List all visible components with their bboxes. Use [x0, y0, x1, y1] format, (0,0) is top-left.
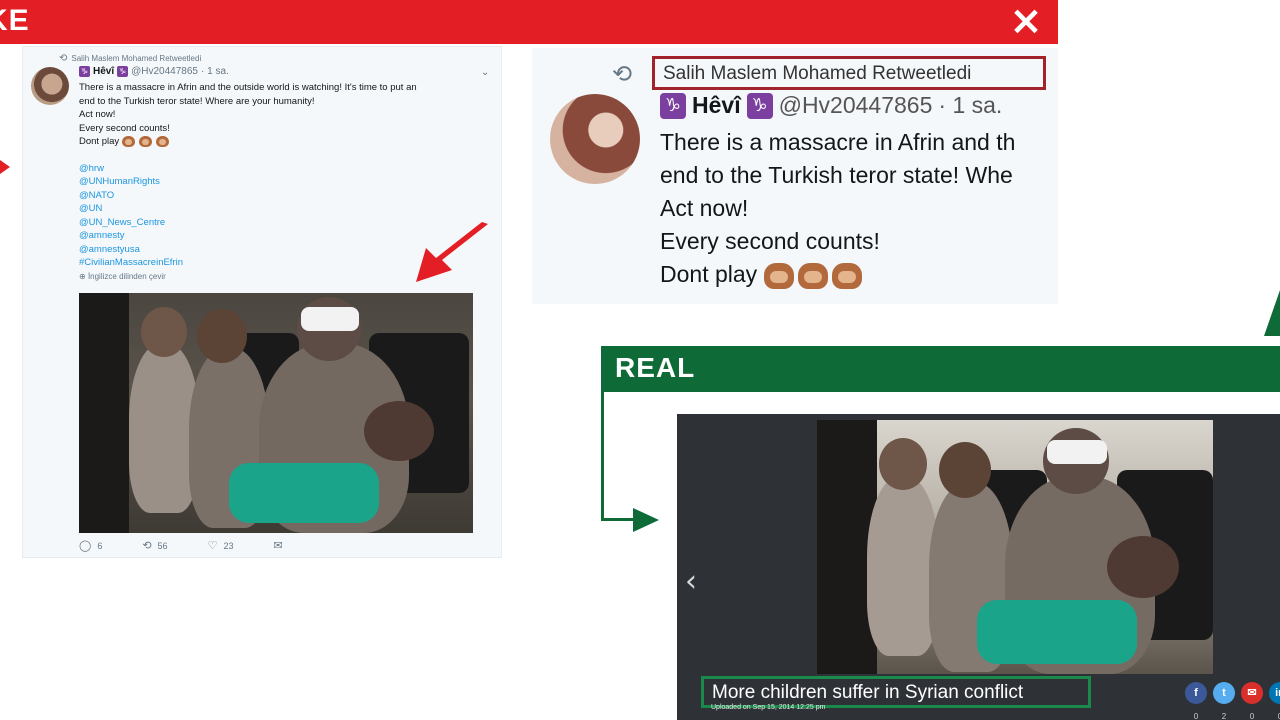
retweet-button[interactable]: ⟲ 56: [142, 539, 167, 552]
green-arrow-icon: [1264, 290, 1280, 336]
mention-link[interactable]: @UNHumanRights: [79, 175, 499, 189]
share-count: 2: [1221, 712, 1227, 720]
real-label: REAL: [615, 352, 696, 383]
facebook-icon: f: [1194, 687, 1198, 699]
tweet-header: ♑ Hêvî ♑ @Hv20447865 · 1 sa.: [660, 92, 1002, 119]
retweet-highlight-box: Salih Maslem Mohamed Retweetledi: [652, 56, 1046, 90]
tweet-line-text: Dont play: [79, 136, 120, 147]
monkey-emoji-icon: [763, 262, 862, 289]
tweet-line: Dont play: [79, 135, 499, 149]
tweet-photo[interactable]: [79, 293, 473, 533]
mail-icon: ✉: [1247, 687, 1257, 699]
tweet-header: ♑ Hêvî ♑ @Hv20447865 · 1 sa.: [79, 66, 229, 77]
chevron-left-icon[interactable]: ‹: [685, 564, 697, 599]
tweet-time: · 1 sa.: [201, 66, 229, 77]
linkedin-icon: in: [1275, 687, 1280, 699]
retweet-text: Salih Maslem Mohamed Retweetledi: [71, 54, 202, 63]
upload-date: Uploaded on Sep 15, 2014 12:25 pm: [711, 704, 826, 711]
user-handle[interactable]: @Hv20447865: [779, 92, 933, 119]
connector-line: [601, 392, 604, 520]
retweet-icon: ⟲: [612, 60, 633, 88]
green-arrowhead-icon: [633, 508, 659, 532]
capricorn-icon: ♑: [79, 66, 90, 77]
retweet-count: 56: [157, 540, 168, 551]
tweet-line: end to the Turkish teror state! Where ar…: [79, 95, 315, 107]
tweet-line: Every second counts!: [660, 228, 880, 254]
photo-caption: More children suffer in Syrian conflict: [712, 682, 1024, 703]
red-arrow-icon: [416, 222, 488, 282]
tweet-actions: ◯ 6 ⟲ 56 ♡ 23 ✉: [79, 539, 283, 552]
avatar[interactable]: [31, 67, 69, 105]
mention-link[interactable]: @NATO: [79, 189, 499, 203]
share-count: 0: [1277, 712, 1280, 720]
mail-icon: ✉: [273, 539, 283, 552]
photo-gallery-viewer: ‹ More children suffer in Syrian conflic…: [677, 414, 1280, 720]
user-handle[interactable]: @Hv20447865: [131, 66, 198, 77]
twitter-icon: t: [1222, 687, 1226, 699]
email-share-button[interactable]: ✉ 0: [1241, 682, 1263, 720]
fake-banner: KE ×: [0, 0, 1058, 44]
connector-line: [601, 518, 635, 521]
tweet-time: · 1 sa.: [938, 92, 1003, 118]
tweet-line: end to the Turkish teror state! Whe: [660, 162, 1013, 188]
heart-icon: ♡: [207, 539, 218, 552]
like-count: 23: [223, 540, 234, 551]
twitter-share-button[interactable]: t2: [1213, 682, 1235, 720]
message-button[interactable]: ✉: [273, 539, 282, 552]
fake-tweet-card: ⟲ Salih Maslem Mohamed Retweetledi ♑ Hêv…: [22, 46, 502, 558]
tweet-line: There is a massacre in Afrin and the out…: [79, 82, 417, 93]
tweet-line: There is a massacre in Afrin and th: [660, 129, 1016, 155]
tweet-line: Act now!: [79, 109, 116, 120]
capricorn-icon: ♑: [660, 92, 686, 119]
share-count: 0: [1193, 712, 1199, 720]
retweet-icon: ⟲: [59, 53, 68, 64]
display-name[interactable]: Hêvî: [692, 92, 741, 119]
monkey-emoji-icon: [121, 135, 169, 147]
tweet-line: Every second counts!: [79, 122, 170, 134]
capricorn-icon: ♑: [117, 66, 129, 77]
red-arrow-stub-icon: [0, 160, 10, 174]
share-buttons: f0 t2 ✉0 in0: [1185, 682, 1280, 720]
avatar[interactable]: [550, 94, 640, 184]
share-count: 0: [1249, 712, 1255, 720]
reply-icon: ◯: [79, 539, 92, 552]
display-name[interactable]: Hêvî: [93, 66, 114, 77]
reply-count: 6: [97, 540, 103, 551]
facebook-share-button[interactable]: f0: [1185, 682, 1207, 720]
retweet-icon: ⟲: [142, 539, 152, 552]
gallery-photo[interactable]: [817, 420, 1213, 674]
reply-button[interactable]: ◯ 6: [79, 539, 102, 552]
linkedin-share-button[interactable]: in 0: [1269, 682, 1280, 720]
translate-text: İngilizce dilinden çevir: [87, 271, 166, 281]
capricorn-icon: ♑: [746, 92, 773, 119]
retweet-line: ⟲ Salih Maslem Mohamed Retweetledi: [59, 53, 201, 64]
tweet-line: Act now!: [660, 195, 749, 221]
mention-link[interactable]: @hrw: [79, 162, 499, 176]
tweet-line-text: Dont play: [660, 261, 758, 287]
chevron-down-icon[interactable]: ⌄: [481, 67, 489, 78]
comparison-graphic: KE × ⟲ Salih Maslem Mohamed Retweetledi …: [0, 0, 1280, 720]
tweet-text: There is a massacre in Afrin and th end …: [660, 126, 1058, 291]
fake-label: KE: [0, 4, 30, 37]
tweet-line: Dont play: [660, 258, 1058, 291]
retweet-text: Salih Maslem Mohamed Retweetledi: [663, 63, 972, 84]
real-banner: REAL: [601, 346, 1280, 392]
zoomed-tweet: ⟲ Salih Maslem Mohamed Retweetledi ♑ Hêv…: [532, 48, 1058, 304]
globe-icon: ⊕: [79, 271, 88, 281]
close-icon[interactable]: ×: [1008, 1, 1044, 41]
like-button[interactable]: ♡ 23: [208, 539, 234, 552]
mention-link[interactable]: @UN: [79, 202, 499, 216]
